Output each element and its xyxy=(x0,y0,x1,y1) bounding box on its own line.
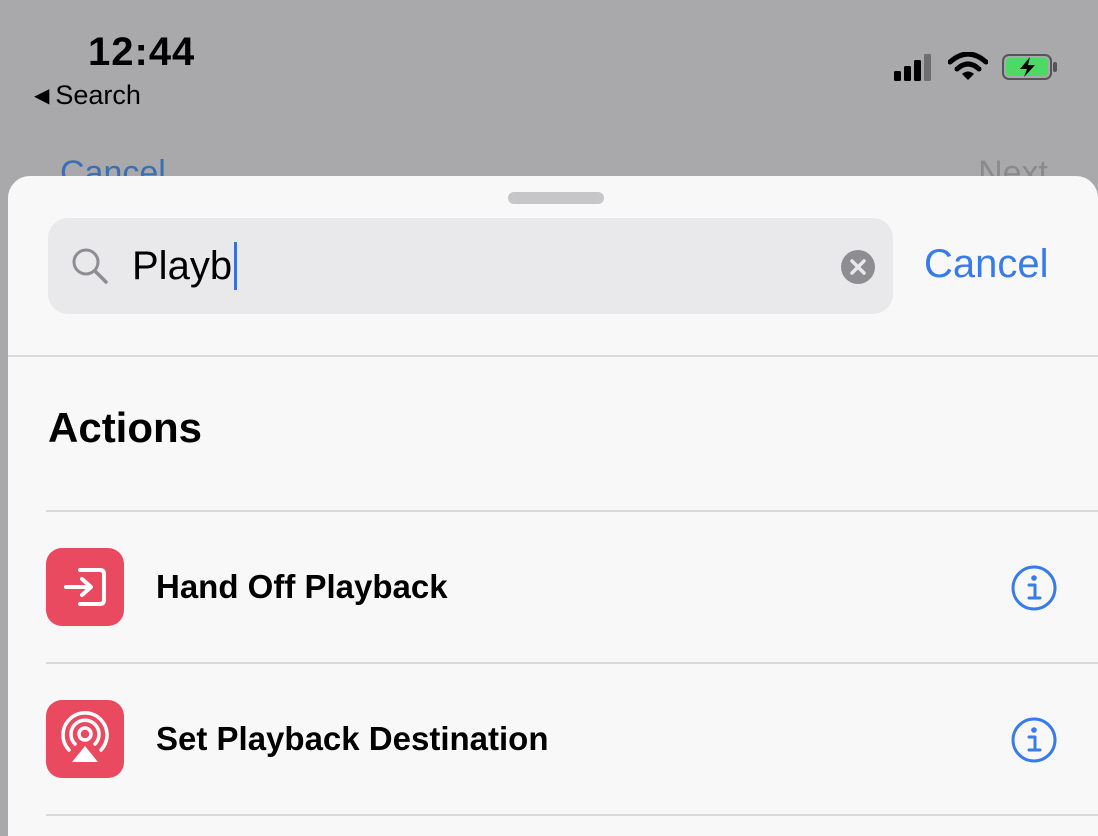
airplay-audio-icon xyxy=(61,711,109,762)
action-icon-tile xyxy=(46,548,124,626)
search-field[interactable]: Playb xyxy=(48,218,893,314)
status-bar: 12:44 ◀ Search xyxy=(0,0,1098,180)
back-to-search-link[interactable]: ◀ Search xyxy=(34,80,141,111)
search-input-value: Playb xyxy=(132,244,233,288)
cellular-signal-icon xyxy=(894,54,931,81)
search-icon xyxy=(72,248,108,284)
section-title-actions: Actions xyxy=(48,404,203,451)
clear-x-icon xyxy=(850,259,866,275)
sheet-grabber-handle[interactable] xyxy=(508,192,604,204)
action-row-hand-off-playback[interactable]: Hand Off Playback xyxy=(8,512,1098,662)
text-cursor xyxy=(234,242,238,290)
header-divider xyxy=(8,355,1098,357)
info-icon[interactable] xyxy=(1010,716,1058,764)
row-divider xyxy=(46,814,1098,816)
handoff-icon xyxy=(64,568,106,606)
status-time: 12:44 xyxy=(88,30,196,74)
battery-charging-icon xyxy=(1002,54,1057,80)
action-icon-tile xyxy=(46,700,124,778)
action-search-sheet: Playb Cancel Actions Hand Off Playback S… xyxy=(8,176,1098,836)
back-label: Search xyxy=(55,80,141,110)
back-triangle-icon: ◀ xyxy=(34,85,50,107)
search-input[interactable]: Playb xyxy=(132,240,238,292)
info-icon[interactable] xyxy=(1010,564,1058,612)
wifi-icon xyxy=(948,52,988,80)
action-label: Set Playback Destination xyxy=(156,720,549,757)
search-cancel-button[interactable]: Cancel xyxy=(924,242,1049,287)
action-row-set-playback-destination[interactable]: Set Playback Destination xyxy=(8,664,1098,814)
status-icons xyxy=(894,52,1058,82)
action-label: Hand Off Playback xyxy=(156,568,448,605)
clear-search-button[interactable] xyxy=(841,250,875,284)
